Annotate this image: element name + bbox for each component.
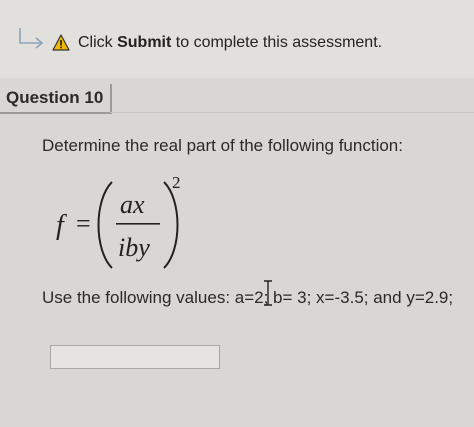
answer-input[interactable] xyxy=(50,345,220,369)
fraction-bar xyxy=(116,223,160,225)
formula-lhs: f xyxy=(56,210,67,241)
formula-equals: = xyxy=(76,209,91,238)
given-values: Use the following values: a=2; b= 3; x=-… xyxy=(42,288,454,307)
notice-suffix: to complete this assessment. xyxy=(171,34,383,51)
header-divider xyxy=(110,112,474,113)
warning-icon xyxy=(52,34,70,51)
return-arrow-icon xyxy=(19,28,44,49)
formula-exponent: 2 xyxy=(172,173,181,192)
question-header: Question 10 xyxy=(0,84,112,114)
right-paren xyxy=(163,181,179,269)
question-title: Question 10 xyxy=(6,88,104,107)
formula: f = ax iby 2 xyxy=(56,173,181,269)
submit-link-text: Submit xyxy=(117,34,172,51)
notice-text: Click Submit to complete this assessment… xyxy=(78,34,382,52)
text-cursor-icon xyxy=(264,280,272,306)
formula-numerator: ax xyxy=(120,190,145,219)
notice-prefix: Click xyxy=(78,34,118,51)
assessment-notice-bar: Click Submit to complete this assessment… xyxy=(0,0,474,78)
question-prompt: Determine the real part of the following… xyxy=(42,136,403,155)
formula-denominator: iby xyxy=(118,233,150,262)
left-paren xyxy=(97,181,113,269)
